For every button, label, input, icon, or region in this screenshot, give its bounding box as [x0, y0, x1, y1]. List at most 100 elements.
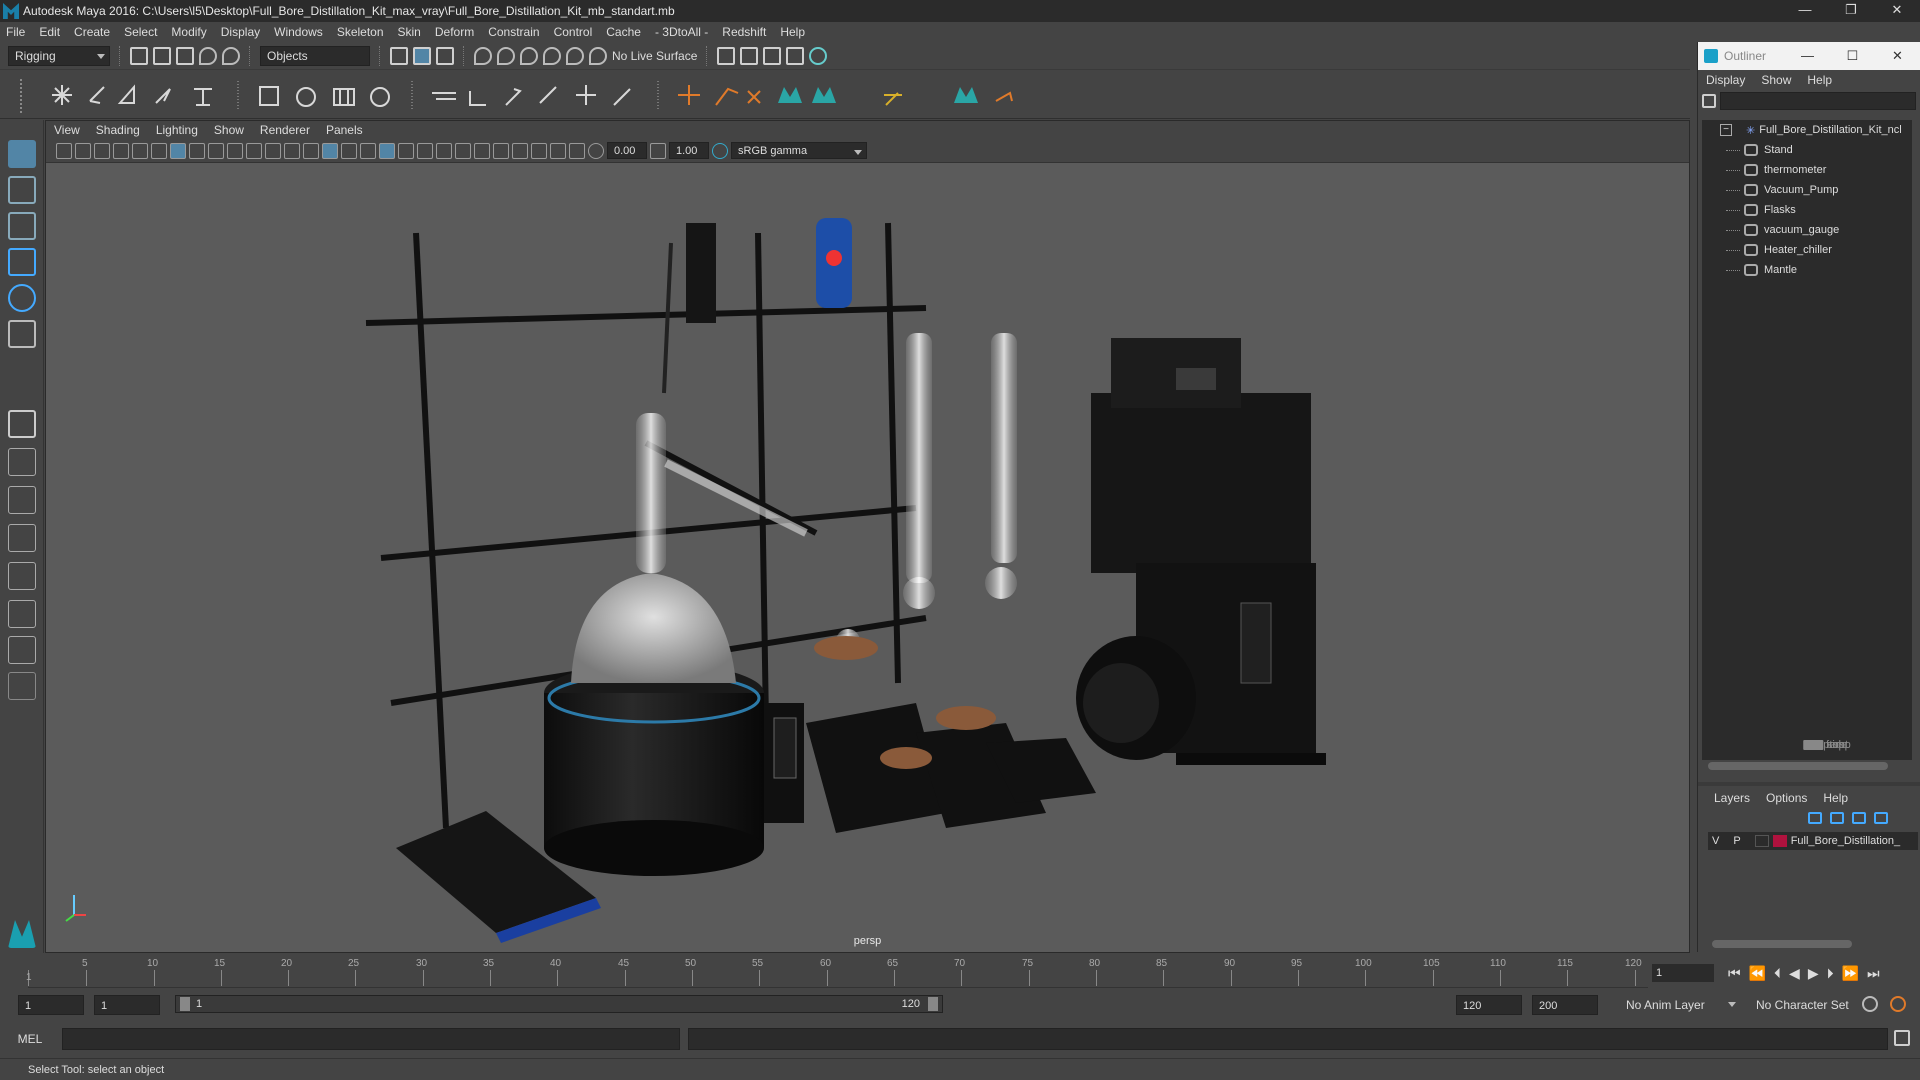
viewport-panel[interactable]: View Shading Lighting Show Renderer Pane…	[45, 120, 1690, 953]
outliner-item-thermometer[interactable]: thermometer	[1702, 160, 1912, 180]
resolution-gate-icon[interactable]	[208, 142, 224, 159]
step-forward-key-icon[interactable]: ⏩	[1842, 965, 1859, 982]
range-end-handle[interactable]	[928, 997, 938, 1011]
menu-skeleton[interactable]: Skeleton	[337, 25, 384, 39]
field-chart-icon[interactable]	[246, 142, 262, 159]
render-frame-icon[interactable]	[740, 46, 759, 65]
menu-3dtoall[interactable]: - 3DtoAll -	[655, 25, 708, 39]
menu-display[interactable]: Display	[221, 25, 260, 39]
selection-mode-dropdown[interactable]: Objects	[260, 45, 370, 66]
outliner-close-button[interactable]: ✕	[1875, 48, 1920, 64]
new-layer-selected-icon[interactable]	[1874, 812, 1888, 824]
exposure-field[interactable]: 0.00	[607, 142, 647, 159]
layer-visibility-toggle[interactable]: V	[1712, 835, 1719, 847]
snap-grid-icon[interactable]	[474, 46, 492, 65]
color-management-icon[interactable]	[712, 142, 728, 159]
go-end-icon[interactable]: ⏭	[1867, 965, 1880, 982]
lights-icon[interactable]	[398, 142, 414, 159]
range-start-handle[interactable]	[180, 997, 190, 1011]
menu-help[interactable]: Help	[780, 25, 805, 39]
current-frame-field[interactable]: 1	[1652, 964, 1714, 982]
save-scene-icon[interactable]	[176, 46, 194, 65]
film-gate-icon[interactable]	[189, 142, 205, 159]
select-object-icon[interactable]	[413, 46, 431, 65]
new-layer-icon[interactable]	[1852, 812, 1866, 824]
outliner-item-stand[interactable]: Stand	[1702, 140, 1912, 160]
restore-button[interactable]: ❐	[1828, 0, 1874, 22]
snap-curve-icon[interactable]	[497, 46, 515, 65]
menu-file[interactable]: File	[6, 25, 25, 39]
single-view-icon[interactable]	[8, 410, 36, 438]
play-back-icon[interactable]: ◀	[1789, 965, 1800, 982]
xray-joints-icon[interactable]	[550, 142, 566, 159]
anim-layer-dropdown[interactable]: No Anim Layer	[1620, 995, 1740, 1015]
view-transform-dropdown[interactable]: sRGB gamma	[731, 142, 867, 159]
gamma-icon[interactable]	[650, 142, 666, 159]
move-layer-down-icon[interactable]	[1830, 812, 1844, 824]
gamma-field[interactable]: 1.00	[669, 142, 709, 159]
grid-icon[interactable]	[170, 142, 186, 159]
menuset-dropdown[interactable]: Rigging	[8, 45, 110, 66]
render-view-icon[interactable]	[717, 46, 736, 65]
antialias-icon[interactable]	[474, 142, 490, 159]
outliner-search-input[interactable]	[1720, 92, 1916, 110]
vp-menu-lighting[interactable]: Lighting	[156, 123, 198, 137]
xray-components-icon[interactable]	[569, 142, 585, 159]
layer-type-toggle[interactable]	[1754, 835, 1769, 847]
playback-start-field[interactable]: 1	[94, 995, 160, 1015]
menu-control[interactable]: Control	[554, 25, 593, 39]
live-surface-label[interactable]: No Live Surface	[612, 49, 697, 63]
layout-icon-2[interactable]	[8, 636, 36, 664]
menu-modify[interactable]: Modify	[171, 25, 206, 39]
outliner-h-scrollbar[interactable]	[1708, 762, 1888, 770]
safe-title-icon[interactable]	[284, 142, 300, 159]
select-component-icon[interactable]	[436, 46, 454, 65]
outliner-item-flasks[interactable]: Flasks	[1702, 200, 1912, 220]
layer-menu-options[interactable]: Options	[1766, 791, 1807, 805]
outliner-item-vacuum-gauge[interactable]: vacuum_gauge	[1702, 220, 1912, 240]
menu-constrain[interactable]: Constrain	[488, 25, 539, 39]
xray-icon[interactable]	[531, 142, 547, 159]
play-forward-icon[interactable]: ▶	[1808, 965, 1819, 982]
bookmark-icon[interactable]	[94, 142, 110, 159]
outliner-tree[interactable]: persp top front side − ✳ Full_Bore_Disti…	[1702, 120, 1912, 760]
timeline-ruler[interactable]: 1 5 10 15 20 25 30 35 40 45 50 55 60 65 …	[26, 956, 1648, 988]
shadows-icon[interactable]	[417, 142, 433, 159]
script-editor-icon[interactable]	[1894, 1030, 1910, 1046]
outliner-menu-help[interactable]: Help	[1807, 73, 1832, 87]
layer-color-swatch[interactable]	[1772, 835, 1787, 847]
command-input[interactable]	[62, 1028, 680, 1050]
smooth-shade-icon[interactable]	[322, 142, 338, 159]
side-by-side-icon[interactable]	[8, 486, 36, 514]
menu-redshift[interactable]: Redshift	[722, 25, 766, 39]
menu-deform[interactable]: Deform	[435, 25, 474, 39]
playback-end-field[interactable]: 120	[1456, 995, 1522, 1015]
select-tool-icon[interactable]	[8, 140, 36, 168]
four-view-icon[interactable]	[8, 448, 36, 476]
move-tool-icon[interactable]	[8, 248, 36, 276]
collapse-toggle-icon[interactable]: −	[1720, 124, 1732, 136]
safe-action-icon[interactable]	[265, 142, 281, 159]
camera-select-icon[interactable]	[56, 142, 72, 159]
range-slider[interactable]: 1 120	[175, 995, 943, 1013]
outliner-item-mantle[interactable]: Mantle	[1702, 260, 1912, 280]
scale-tool-icon[interactable]	[8, 320, 36, 348]
image-plane-icon[interactable]	[113, 142, 129, 159]
shelf-icons[interactable]	[0, 71, 1690, 119]
layout-icon[interactable]	[8, 600, 36, 628]
hypershade-icon[interactable]	[809, 46, 828, 65]
vp-menu-show[interactable]: Show	[214, 123, 244, 137]
default-material-icon[interactable]	[360, 142, 376, 159]
select-hierarchy-icon[interactable]	[390, 46, 408, 65]
scene-render[interactable]	[46, 163, 1691, 953]
anim-prefs-icon[interactable]	[1890, 996, 1906, 1012]
wireframe-icon[interactable]	[303, 142, 319, 159]
rotate-tool-icon[interactable]	[8, 284, 36, 312]
filter-icon[interactable]	[1702, 94, 1716, 108]
2d-pan-icon[interactable]	[132, 142, 148, 159]
vp-menu-shading[interactable]: Shading	[96, 123, 140, 137]
undo-icon[interactable]	[199, 46, 217, 65]
outliner-menu-show[interactable]: Show	[1761, 73, 1791, 87]
outliner-maximize-button[interactable]: ☐	[1830, 48, 1875, 64]
outliner-minimize-button[interactable]: —	[1785, 48, 1830, 64]
